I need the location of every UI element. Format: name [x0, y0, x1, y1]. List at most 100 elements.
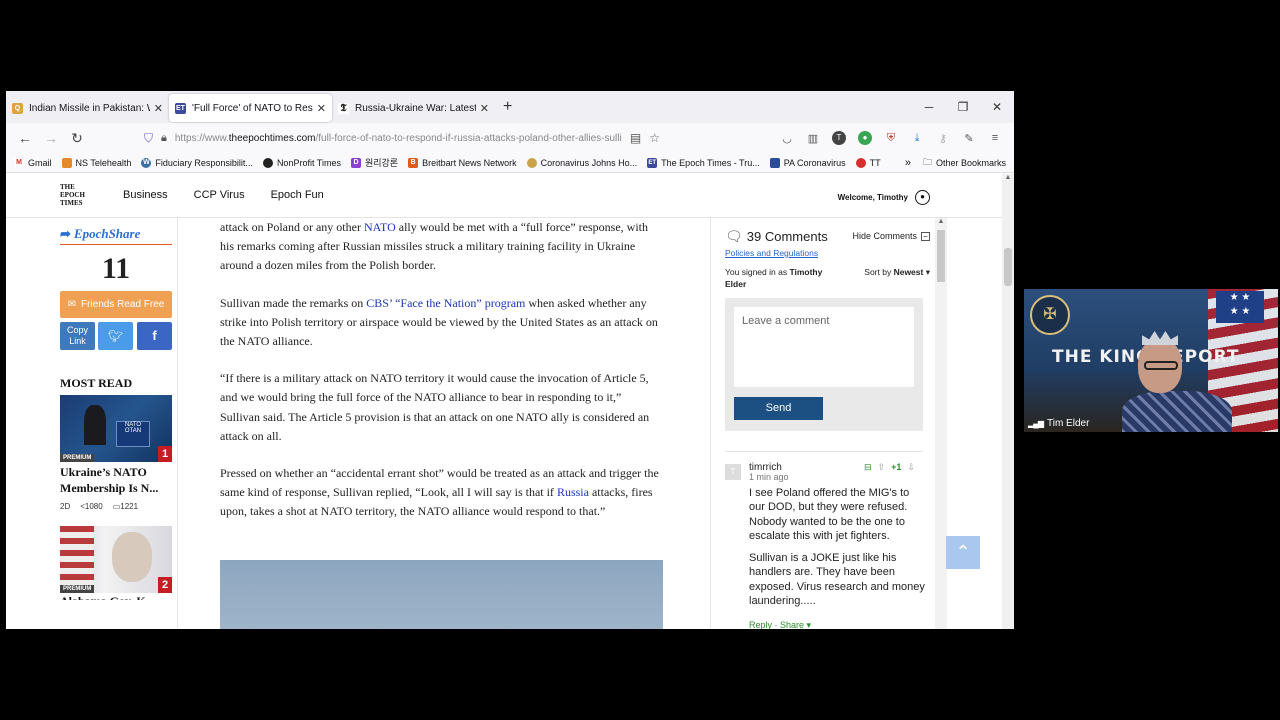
reply-button[interactable]: Reply	[749, 620, 772, 629]
close-tab-icon[interactable]: ✕	[154, 102, 163, 115]
close-tab-icon[interactable]: ✕	[480, 102, 489, 115]
tab-indian-missile[interactable]: Q Indian Missile in Pakistan: What ✕	[6, 94, 169, 122]
most-read-meta: 2D <1080 ▭1221	[60, 502, 138, 511]
document-icon: D	[350, 157, 361, 168]
participant-name: ▂▄▆ Tim Elder	[1028, 418, 1090, 429]
chevron-up-icon: ⌃	[955, 542, 971, 562]
share-button[interactable]: Share	[780, 620, 804, 629]
chevron-more-icon[interactable]: »	[905, 157, 911, 169]
divider	[177, 218, 178, 629]
policies-link[interactable]: Policies and Regulations	[725, 248, 930, 258]
bookmark-pa-coronavirus[interactable]: PA Coronavirus	[769, 157, 846, 168]
bookmark-coronavirus-jh[interactable]: Coronavirus Johns Ho...	[526, 157, 637, 168]
share-arrow-icon: ➦	[60, 226, 71, 241]
bookmark-breitbart[interactable]: B Breitbart News Network	[408, 157, 517, 168]
scrollbar-thumb[interactable]	[1004, 248, 1012, 286]
site-nav: Business CCP Virus Epoch Fun	[123, 189, 324, 201]
bookmark-nonprofit-times[interactable]: NonProfit Times	[262, 157, 341, 168]
bookmarks-bar: M Gmail NS Telehealth W Fiduciary Responsi…	[6, 153, 1014, 173]
tab-title: Indian Missile in Pakistan: What	[29, 102, 150, 114]
most-read-image-1[interactable]: NATO OTAN PREMIUM 1	[60, 395, 172, 462]
extension-ublock-icon[interactable]: ⛨	[884, 132, 898, 145]
bookmark-gmail[interactable]: M Gmail	[14, 157, 52, 168]
premium-badge: PREMIUM	[60, 454, 95, 462]
friends-read-free-button[interactable]: ✉ Friends Read Free	[60, 291, 172, 318]
restore-icon[interactable]: ❐	[946, 91, 980, 123]
url-text[interactable]: https://www.theepochtimes.com/full-force…	[175, 133, 622, 144]
twitter-share-button[interactable]: 🐦︎	[98, 322, 133, 350]
sidebar-icon[interactable]: ▥	[806, 132, 820, 145]
web-page: THE EPOCH TIMES Business CCP Virus Epoch…	[6, 174, 1002, 629]
signal-bars-icon: ▂▄▆	[1028, 419, 1044, 428]
user-icon[interactable]: ●	[915, 190, 930, 205]
window-controls: ─ ❐ ✕	[912, 91, 1014, 123]
pa-shield-icon	[769, 157, 780, 168]
bookmark-tt[interactable]: TT	[855, 157, 881, 168]
comment-count-meta: ▭1221	[112, 502, 139, 511]
bookmark-epoch-times[interactable]: ET The Epoch Times - Tru...	[647, 157, 760, 168]
tab-favicon-icon: ET	[175, 102, 186, 114]
extension-download-icon[interactable]: ⤓	[910, 132, 924, 145]
tab-full-force-nato[interactable]: ET 'Full Force' of NATO to Respond ✕	[169, 94, 332, 122]
divider	[710, 218, 711, 629]
reader-bookmark-icons[interactable]: ▤☆	[630, 131, 668, 145]
pocket-icon[interactable]: ◡	[780, 132, 794, 145]
most-read-title-2[interactable]: Alabama Gov. K...	[60, 594, 155, 600]
upvote-icon[interactable]: ⇧	[878, 462, 886, 473]
nav-business[interactable]: Business	[123, 189, 168, 201]
bookmark-ns-telehealth[interactable]: NS Telehealth	[61, 157, 131, 168]
nato-sign-graphic: NATO OTAN	[116, 421, 150, 447]
other-bookmarks[interactable]: » 🗀 Other Bookmarks	[905, 155, 1006, 171]
minimize-icon[interactable]: ─	[912, 91, 946, 123]
reload-icon[interactable]: ↻	[64, 130, 90, 147]
copy-link-button[interactable]: Copy Link	[60, 322, 95, 350]
page-scrollbar[interactable]: ▲	[1002, 174, 1014, 629]
tab-favicon-icon: 𝕿	[338, 102, 349, 114]
bookmark-korean[interactable]: D 원리강론	[350, 156, 398, 169]
welcome-text: Welcome, Timothy	[837, 193, 908, 202]
send-button[interactable]: Send	[734, 397, 823, 420]
extension-pen-icon[interactable]: ✎	[962, 132, 976, 145]
avatar[interactable]: T	[725, 464, 741, 480]
close-tab-icon[interactable]: ✕	[317, 102, 326, 115]
forward-arrow-icon[interactable]: →	[38, 130, 64, 146]
scrollbar-thumb[interactable]	[937, 230, 945, 282]
most-read-image-2[interactable]: PREMIUM 2	[60, 526, 172, 593]
scroll-to-top-button[interactable]: ⌃	[946, 536, 980, 569]
account-menu[interactable]: Welcome, Timothy ●	[838, 190, 930, 205]
comment-input[interactable]: Leave a comment	[734, 307, 914, 387]
nav-ccp-virus[interactable]: CCP Virus	[194, 189, 245, 201]
extension-key-icon[interactable]: ⚷	[936, 132, 950, 145]
bookmark-fiduciary[interactable]: W Fiduciary Responsibilit...	[141, 157, 253, 168]
collapse-comment-icon[interactable]: ⊟	[864, 462, 872, 473]
tracking-shield-icon[interactable]: ⛉	[144, 131, 153, 146]
menu-icon[interactable]: ≡	[988, 132, 1002, 144]
sort-dropdown[interactable]: Sort by Newest ▾	[864, 266, 930, 290]
most-read-title-1[interactable]: Ukraine’s NATO Membership Is N...	[60, 464, 172, 496]
comments-icon: 🗨︎	[725, 227, 743, 244]
hide-comments-button[interactable]: Hide Comments −	[852, 231, 930, 241]
crown-graphic	[1142, 331, 1178, 345]
facebook-share-button[interactable]: f	[137, 322, 172, 350]
nato-link[interactable]: NATO	[364, 220, 396, 234]
share-count-meta: <1080	[80, 502, 103, 511]
address-bar[interactable]: ⛉ 🔒︎ https://www.theepochtimes.com/full-…	[138, 126, 674, 150]
russia-link[interactable]: Russia	[557, 485, 589, 499]
nav-epoch-fun[interactable]: Epoch Fun	[271, 189, 324, 201]
comment-body: I see Poland offered the MIG's to our DO…	[749, 487, 925, 608]
scroll-up-arrow-icon[interactable]: ▲	[935, 218, 947, 225]
downvote-icon[interactable]: ⇩	[907, 462, 915, 473]
extension-green-icon[interactable]: ●	[858, 131, 872, 145]
site-header: THE EPOCH TIMES Business CCP Virus Epoch…	[6, 174, 1002, 218]
tab-russia-ukraine[interactable]: 𝕿 Russia-Ukraine War: Latest New ✕	[332, 94, 495, 122]
collapse-icon: −	[921, 231, 930, 241]
back-arrow-icon[interactable]: ←	[12, 130, 38, 146]
extension-t-icon[interactable]: T	[832, 131, 846, 145]
face-the-nation-link[interactable]: CBS’ “Face the Nation” program	[366, 296, 525, 310]
new-tab-button[interactable]: +	[503, 98, 512, 116]
scroll-up-arrow-icon[interactable]: ▲	[1002, 174, 1014, 181]
lock-icon[interactable]: 🔒︎	[161, 132, 167, 145]
video-call-tile[interactable]: ★ ★ ★ ★ ✠ THE KING REPORT ▂▄▆ Tim Elder	[1024, 289, 1278, 432]
epoch-times-logo[interactable]: THE EPOCH TIMES	[60, 183, 85, 207]
close-window-icon[interactable]: ✕	[980, 91, 1014, 123]
